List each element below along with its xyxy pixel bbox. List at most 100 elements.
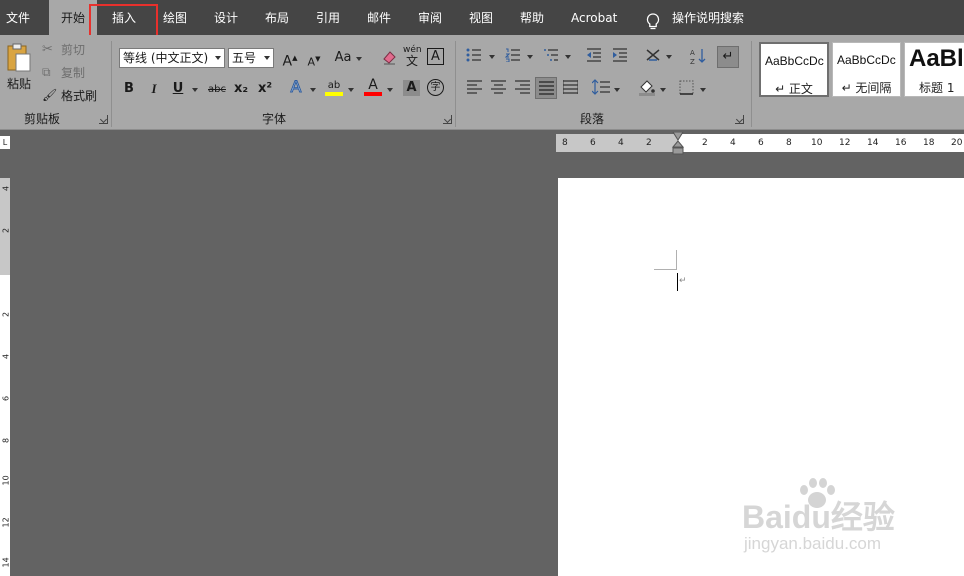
- style-no-spacing-name: ↵ 无间隔: [841, 81, 892, 95]
- highlight-color-button[interactable]: ab: [325, 79, 343, 96]
- tab-draw[interactable]: 绘图: [163, 0, 187, 35]
- numbering-icon[interactable]: [504, 48, 522, 67]
- format-painter-button[interactable]: 🖌 格式刷: [42, 87, 97, 103]
- ruler-tick-label: 10: [811, 138, 823, 148]
- tab-view[interactable]: 视图: [469, 0, 493, 35]
- style-normal[interactable]: AaBbCcDc ↵ 正文: [759, 42, 829, 97]
- format-painter-label: 格式刷: [61, 88, 98, 103]
- copy-button[interactable]: ⧉ 复制: [42, 64, 85, 80]
- chinese-layout-icon[interactable]: [644, 48, 662, 67]
- tab-mailings[interactable]: 邮件: [367, 0, 391, 35]
- shrink-font-button[interactable]: A▼: [305, 51, 323, 71]
- paste-icon: [7, 43, 31, 72]
- align-center-icon[interactable]: [490, 80, 506, 99]
- chevron-down-icon[interactable]: [527, 55, 533, 59]
- chevron-down-icon[interactable]: [666, 55, 672, 59]
- chevron-down-icon[interactable]: [489, 55, 495, 59]
- chevron-down-icon[interactable]: [356, 57, 362, 61]
- increase-indent-icon[interactable]: [611, 48, 629, 67]
- ruler-tick-label: 16: [895, 138, 907, 148]
- text-effects-button[interactable]: A: [288, 78, 304, 95]
- show-paragraph-marks-button[interactable]: ↵: [717, 46, 739, 68]
- ruler-tick-label: 2: [646, 138, 652, 148]
- borders-icon[interactable]: [678, 80, 694, 100]
- chevron-down-icon[interactable]: [614, 88, 620, 92]
- line-spacing-icon[interactable]: [591, 79, 610, 100]
- paragraph-dialog-launcher[interactable]: [735, 115, 744, 124]
- chevron-down-icon[interactable]: [565, 55, 571, 59]
- clear-formatting-eraser-icon[interactable]: [380, 49, 398, 70]
- font-size-dropdown[interactable]: 五号: [228, 48, 274, 68]
- chevron-down-icon[interactable]: [348, 88, 354, 92]
- tab-design[interactable]: 设计: [214, 0, 238, 35]
- style-heading-1[interactable]: AaBl 标题 1: [904, 42, 964, 97]
- chevron-down-icon[interactable]: [192, 88, 198, 92]
- font-size-value: 五号: [232, 51, 257, 65]
- chevron-down-icon[interactable]: [310, 88, 316, 92]
- chevron-down-icon[interactable]: [700, 88, 706, 92]
- align-right-icon[interactable]: [514, 80, 530, 99]
- multilevel-list-icon[interactable]: [542, 48, 560, 67]
- vertical-ruler[interactable]: 4 2 2 4 6 8 10 12 14: [0, 178, 11, 576]
- superscript-button[interactable]: x²: [257, 81, 273, 97]
- sort-icon[interactable]: AZ: [689, 47, 707, 70]
- ruler-tick-label: 4: [1, 185, 11, 192]
- font-color-button[interactable]: A: [364, 78, 382, 96]
- ruler-tick-label: 14: [867, 138, 879, 148]
- copy-icon: ⧉: [42, 64, 51, 79]
- align-left-icon[interactable]: [466, 80, 482, 99]
- group-separator: [751, 41, 752, 127]
- cut-button[interactable]: ✂ 剪切: [42, 41, 85, 57]
- font-name-value: 等线 (中文正文): [123, 51, 209, 65]
- group-separator: [455, 41, 456, 127]
- style-heading-1-sample: AaBl: [909, 45, 964, 72]
- tab-file[interactable]: 文件: [6, 0, 30, 35]
- justify-button[interactable]: [535, 77, 557, 99]
- ruler-tick-label: 6: [758, 138, 764, 148]
- paste-button[interactable]: 粘贴: [4, 43, 34, 107]
- style-no-spacing[interactable]: AaBbCcDc ↵ 无间隔: [832, 42, 901, 97]
- character-border-button[interactable]: A: [427, 48, 444, 65]
- underline-button[interactable]: U: [170, 81, 186, 97]
- font-dialog-launcher[interactable]: [443, 115, 452, 124]
- subscript-button[interactable]: x₂: [233, 81, 249, 97]
- ruler-tick-label: 14: [1, 557, 11, 568]
- watermark-url: jingyan.baidu.com: [744, 534, 882, 553]
- lightbulb-icon[interactable]: [646, 9, 660, 30]
- copy-label: 复制: [61, 65, 86, 80]
- ruler-tick-label: 2: [1, 227, 11, 234]
- ruler-tick-label: 8: [1, 437, 11, 444]
- group-separator: [111, 41, 112, 127]
- indent-marker[interactable]: [672, 132, 684, 156]
- italic-button[interactable]: I: [146, 81, 162, 97]
- change-case-button[interactable]: Aa: [333, 50, 353, 66]
- character-shading-button[interactable]: A: [403, 80, 420, 96]
- grow-font-button[interactable]: A▲: [281, 50, 299, 70]
- tab-acrobat[interactable]: Acrobat: [571, 0, 617, 35]
- distributed-icon[interactable]: [562, 80, 578, 99]
- decrease-indent-icon[interactable]: [585, 48, 603, 67]
- enclose-characters-button[interactable]: 字: [427, 79, 444, 96]
- strikethrough-button[interactable]: abc: [207, 82, 227, 98]
- bullets-icon[interactable]: [465, 48, 483, 67]
- clipboard-dialog-launcher[interactable]: [99, 115, 108, 124]
- tab-layout[interactable]: 布局: [265, 0, 289, 35]
- style-normal-sample: AaBbCcDc: [765, 54, 824, 68]
- bold-button[interactable]: B: [121, 81, 137, 97]
- tab-selector[interactable]: L: [0, 136, 10, 149]
- tell-me-search[interactable]: 操作说明搜索: [672, 0, 744, 35]
- paragraph-group-label: 段落: [580, 112, 605, 126]
- phonetic-guide-button[interactable]: wén 文: [403, 45, 422, 68]
- horizontal-ruler[interactable]: 8 6 4 2 2 4 6 8 10 12 14 16 18 20: [556, 132, 964, 155]
- tab-help[interactable]: 帮助: [520, 0, 544, 35]
- chevron-down-icon[interactable]: [660, 88, 666, 92]
- shading-paint-bucket-icon[interactable]: [638, 78, 656, 101]
- font-name-dropdown[interactable]: 等线 (中文正文): [119, 48, 225, 68]
- ruler-tick-label: 4: [730, 138, 736, 148]
- tab-references[interactable]: 引用: [316, 0, 340, 35]
- tab-review[interactable]: 审阅: [418, 0, 442, 35]
- ribbon: 粘贴 ✂ 剪切 ⧉ 复制 🖌 格式刷 剪贴板 等线 (中文正文) 五号 A▲ A…: [0, 35, 964, 130]
- chevron-down-icon[interactable]: [387, 88, 393, 92]
- clipboard-group-label: 剪贴板: [24, 112, 61, 126]
- ruler-tick-label: 8: [562, 138, 568, 148]
